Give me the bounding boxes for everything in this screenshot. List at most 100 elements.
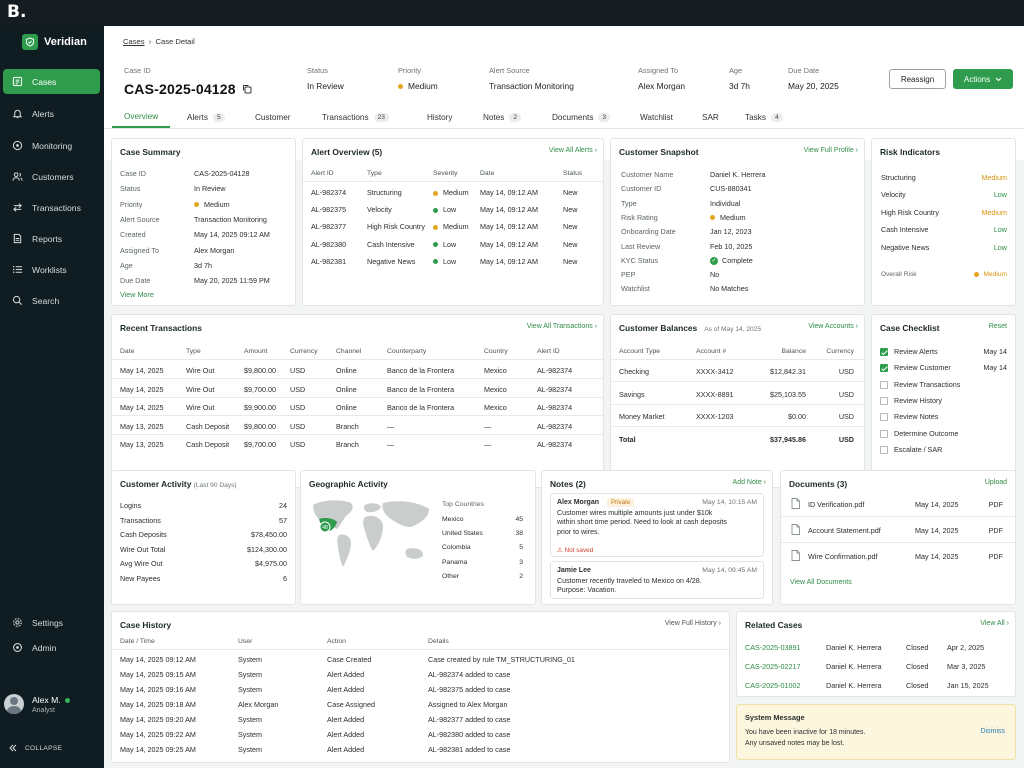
alert-cell: Velocity [367,205,392,215]
document-name[interactable]: Wire Confirmation.pdf [808,552,878,561]
checklist-item[interactable]: Review Alerts [880,347,938,357]
country-count: 2 [519,572,523,580]
sidebar-item-alerts[interactable]: Alerts [3,101,100,126]
checkbox[interactable] [880,364,888,373]
breadcrumb-cases-link[interactable]: Cases [123,37,145,46]
view-more-link[interactable]: View More [120,290,154,299]
dismiss-button[interactable]: Dismiss [981,728,1006,735]
checkbox[interactable] [880,396,888,405]
case-id-title: CAS-2025-04128 [124,81,236,97]
view-all-documents-link[interactable]: View All Documents [790,579,852,586]
history-cell: May 14, 2025 09:12 AM [120,655,196,664]
view-all-related-link[interactable]: View All › [980,620,1009,627]
system-message-line1: You have been inactive for 18 minutes. [745,729,866,736]
view-full-history-link[interactable]: View Full History › [665,620,721,627]
tab-history[interactable]: History [427,106,452,128]
sidebar-item-monitoring[interactable]: Monitoring [3,133,100,158]
collapse-button[interactable]: COLLAPSE [9,744,62,752]
sidebar-item-settings[interactable]: Settings [3,610,100,635]
sidebar-item-worklists[interactable]: Worklists [3,257,100,282]
list-icon [12,266,23,273]
alert-cell[interactable]: AL-982375 [311,205,346,214]
tab-customer[interactable]: Customer [255,106,291,128]
tab-notes[interactable]: Notes 2 [483,106,522,128]
alert-cell: May 14, 09:12 AM [480,222,538,232]
user-profile[interactable]: Alex M. Analyst [4,694,70,714]
activity-value: 24 [279,501,287,510]
sidebar-item-transactions[interactable]: Transactions [3,195,100,220]
link-label: View Full History [664,620,717,627]
summary-label: Due Date [120,276,151,286]
upload-button[interactable]: Upload [985,479,1007,486]
related-status: Closed [906,643,929,652]
actions-button[interactable]: Actions [953,69,1013,89]
risk-level: Low [993,242,1007,252]
checklist-item[interactable]: Review History [880,396,942,405]
note-item[interactable]: Jamie Lee May 14, 09:45 AM Customer rece… [550,561,764,599]
reassign-button[interactable]: Reassign [889,69,946,89]
sidebar-item-customers[interactable]: Customers [3,164,100,189]
bell-icon [12,109,23,119]
alert-cell[interactable]: AL-982380 [311,240,346,249]
view-all-alerts-link[interactable]: View All Alerts › [549,147,597,154]
checkbox[interactable] [880,380,888,389]
reset-button[interactable]: Reset [989,323,1007,330]
tab-transactions[interactable]: Transactions 23 [322,106,389,128]
checkbox[interactable] [880,445,888,454]
shield-logo-icon [22,34,38,50]
note-item[interactable]: Alex Morgan Private May 14, 10:15 AM Cus… [550,493,764,557]
app-brand[interactable]: Veridian [22,34,87,50]
tab-count-badge: 3 [598,112,611,122]
top-bar: B. [0,0,1024,26]
sidebar-item-reports[interactable]: Reports [3,226,100,251]
tab-overview[interactable]: Overview [112,106,171,128]
sidebar-item-search[interactable]: Search [3,288,100,313]
tab-tasks[interactable]: Tasks 4 [745,106,783,128]
checklist-item[interactable]: Determine Outcome [880,429,958,438]
snapshot-value-text: Medium [720,212,746,222]
related-customer: Daniel K. Herrera [826,681,882,690]
view-all-transactions-link[interactable]: View All Transactions › [527,323,597,330]
related-case-link[interactable]: CAS-2025-01002 [745,681,801,690]
snapshot-label: Customer Name [621,170,674,179]
transaction-cell: Branch [336,421,359,431]
status-value: In Review [307,81,344,91]
system-message: System Message You have been inactive fo… [736,704,1016,760]
checkbox[interactable] [880,348,888,357]
tab-label: Watchlist [640,112,673,122]
tab-watchlist[interactable]: Watchlist [640,106,673,128]
document-name[interactable]: ID Verification.pdf [808,500,864,509]
tab-sar[interactable]: SAR [702,106,719,128]
checkbox[interactable] [880,413,888,422]
summary-label: Age [120,260,133,270]
sidebar-item-cases[interactable]: Cases [3,69,100,94]
card-title: Customer Snapshot [619,147,699,157]
checkbox[interactable] [880,429,888,438]
copy-icon[interactable] [242,84,252,94]
view-full-profile-link[interactable]: View Full Profile › [804,147,858,154]
severity-cell: Medium [433,222,469,231]
map-marker-count: 48 [322,525,328,531]
checklist-item[interactable]: Review Customer [880,363,951,373]
overall-risk-text: Medium [983,271,1007,278]
tab-documents[interactable]: Documents 3 [552,106,611,128]
transaction-cell: Mexico [484,384,507,394]
alert-cell[interactable]: AL-982381 [311,257,346,266]
related-case-link[interactable]: CAS-2025-02217 [745,662,801,671]
checklist-item[interactable]: Review Notes [880,412,939,422]
tab-alerts[interactable]: Alerts 5 [187,106,225,128]
history-cell: AL-982377 added to case [428,715,511,724]
view-accounts-link[interactable]: View Accounts › [808,323,858,330]
snapshot-value-text: Daniel K. Herrera [710,170,766,179]
checklist-item[interactable]: Escalate / SAR [880,445,942,454]
document-name[interactable]: Account Statement.pdf [808,526,881,535]
alert-cell[interactable]: AL-982377 [311,222,346,231]
checklist-label: Review Notes [894,412,939,422]
alert-cell[interactable]: AL-982374 [311,188,346,197]
related-case-link[interactable]: CAS-2025-03891 [745,643,801,652]
sidebar-item-label: Settings [32,617,64,628]
transaction-cell: May 13, 2025 [120,421,164,431]
sidebar-item-admin[interactable]: Admin [3,635,100,660]
checklist-item[interactable]: Review Transactions [880,380,960,389]
add-note-button[interactable]: Add Note › [733,479,766,486]
